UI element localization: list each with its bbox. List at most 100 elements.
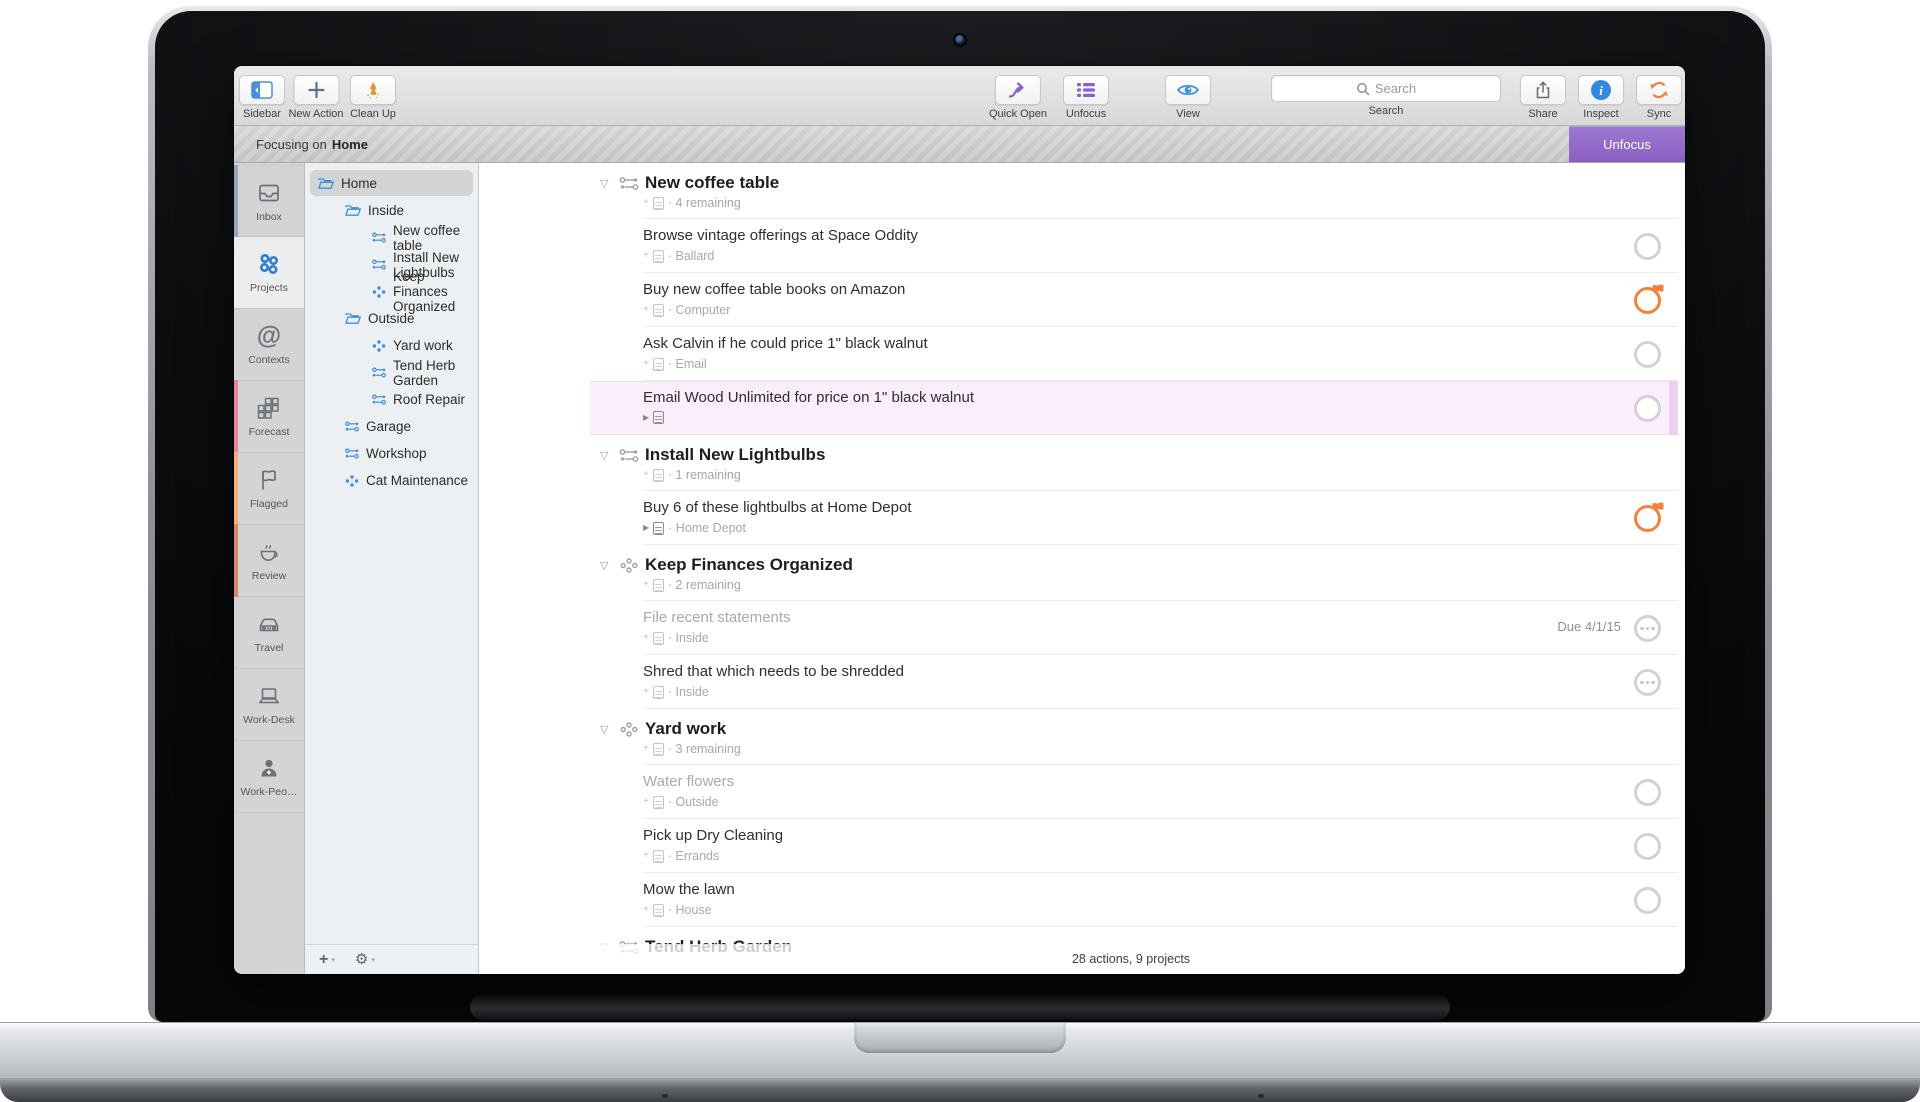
add-note-icon[interactable]: +	[643, 251, 649, 261]
sync-icon	[1648, 79, 1670, 101]
search-input[interactable]: Search	[1271, 75, 1501, 102]
review-stripe	[234, 524, 238, 597]
section-summary: · 2 remaining	[667, 578, 741, 592]
add-note-icon[interactable]: +	[643, 687, 649, 697]
disclosure-triangle-icon[interactable]: ▽	[600, 449, 613, 462]
rail-item-forecast[interactable]: Forecast	[234, 380, 304, 453]
rail-item-work-desk[interactable]: Work-Desk	[234, 669, 304, 741]
tree-item-tend-herb-garden[interactable]: Tend Herb Garden	[305, 358, 478, 388]
add-note-icon[interactable]: +	[643, 305, 649, 315]
inspect-button[interactable]: i Inspect	[1578, 75, 1624, 120]
section-title: Yard work	[645, 719, 727, 738]
tree-item-outside[interactable]: Outside	[305, 305, 478, 332]
section-header-keep-finances-organized[interactable]: ▽ Keep Finances Organized + · 2 remainin…	[479, 545, 1685, 601]
tree-item-keep-finances-organized[interactable]: Keep Finances Organized	[305, 269, 478, 314]
view-button[interactable]: View	[1165, 75, 1211, 120]
sequential-project-icon	[619, 176, 639, 191]
add-note-icon[interactable]: +	[643, 797, 649, 807]
tree-item-new-coffee-table[interactable]: New coffee table	[305, 223, 478, 253]
ellipsis-dot	[1645, 680, 1650, 685]
hinge	[470, 994, 1450, 1020]
rail-item-contexts[interactable]: @ Contexts	[234, 309, 304, 381]
task-row[interactable]: Water flowers + · Outside	[479, 765, 1685, 819]
rail-item-inbox[interactable]: Inbox	[234, 165, 304, 237]
share-button[interactable]: Share	[1520, 75, 1566, 120]
search-area: Search Search	[1271, 75, 1501, 117]
note-icon	[652, 468, 664, 482]
status-circle-repeat[interactable]	[1634, 615, 1661, 642]
chevron-down-icon: ▾	[331, 956, 335, 964]
section-title: New coffee table	[645, 173, 780, 192]
status-circle[interactable]	[1634, 887, 1661, 914]
task-row[interactable]: Buy 6 of these lightbulbs at Home Depot …	[479, 491, 1685, 545]
tree-item-garage[interactable]: Garage	[305, 413, 478, 440]
task-row[interactable]: File recent statements + · Inside Due 4/…	[479, 601, 1685, 655]
task-row[interactable]: Browse vintage offerings at Space Oddity…	[479, 219, 1685, 273]
add-item-button[interactable]: + ▾	[319, 951, 335, 968]
status-bar-text: 28 actions, 9 projects	[1071, 952, 1191, 966]
task-context: · Outside	[667, 795, 719, 809]
new-action-button[interactable]: New Action	[288, 75, 344, 120]
unfocus-banner-button[interactable]: Unfocus	[1569, 126, 1685, 162]
sync-button[interactable]: Sync	[1636, 75, 1682, 120]
add-note-icon[interactable]: +	[643, 580, 649, 590]
status-circle[interactable]	[1634, 395, 1661, 422]
note-disclosure-icon[interactable]: ▶	[643, 524, 649, 532]
section-header-yard-work[interactable]: ▽ Yard work + · 3 remaining	[479, 709, 1685, 765]
add-note-icon[interactable]: +	[643, 905, 649, 915]
status-circle[interactable]	[1634, 779, 1661, 806]
ellipsis-dot	[1640, 626, 1644, 631]
brush-icon	[363, 80, 383, 100]
add-note-icon[interactable]: +	[643, 359, 649, 369]
status-circle-repeat[interactable]	[1634, 669, 1661, 696]
quick-open-button[interactable]: Quick Open	[989, 75, 1047, 120]
tree-item-home[interactable]: Home	[305, 170, 478, 197]
status-circle-flagged[interactable]	[1634, 284, 1664, 314]
tree-item-yard-work[interactable]: Yard work	[305, 332, 478, 359]
tree-item-workshop[interactable]: Workshop	[305, 440, 478, 467]
rail-item-review[interactable]: Review	[234, 524, 304, 597]
contexts-icon: @	[256, 322, 282, 350]
status-circle-flagged[interactable]	[1634, 502, 1664, 532]
focus-list-icon	[1076, 81, 1096, 99]
section-header-install-new-lightbulbs[interactable]: ▽ Install New Lightbulbs + · 1 remaining	[479, 435, 1685, 491]
tree-item-roof-repair[interactable]: Roof Repair	[305, 386, 478, 413]
add-note-icon[interactable]: +	[643, 633, 649, 643]
add-note-icon[interactable]: +	[643, 470, 649, 480]
note-icon	[652, 685, 664, 699]
focus-bar-text: Focusing on	[256, 136, 327, 152]
actions-menu-button[interactable]: ⚙ ▾	[355, 952, 375, 967]
section-header-new-coffee-table[interactable]: ▽ New coffee table + · 4 remaining	[479, 163, 1685, 219]
task-row[interactable]: Shred that which needs to be shredded + …	[479, 655, 1685, 709]
status-circle[interactable]	[1634, 233, 1661, 260]
task-row-selected[interactable]: Email Wood Unlimited for price on 1" bla…	[479, 381, 1685, 435]
status-circle[interactable]	[1634, 341, 1661, 368]
macbook-mockup: Sidebar New Action Clean Up Quick Open U…	[0, 0, 1920, 1102]
task-row[interactable]: Pick up Dry Cleaning + · Errands	[479, 819, 1685, 873]
section-title: Install New Lightbulbs	[645, 445, 826, 464]
status-circle[interactable]	[1634, 833, 1661, 860]
disclosure-triangle-icon[interactable]: ▽	[600, 177, 613, 190]
rail-item-flagged[interactable]: Flagged	[234, 452, 304, 525]
add-note-icon[interactable]: +	[643, 198, 649, 208]
clean-up-button[interactable]: Clean Up	[350, 75, 396, 120]
task-row[interactable]: Buy new coffee table books on Amazon + ·…	[479, 273, 1685, 327]
rail-item-projects[interactable]: Projects	[234, 237, 304, 309]
note-icon	[652, 795, 664, 809]
task-row[interactable]: Mow the lawn + · House	[479, 873, 1685, 927]
tree-item-inside[interactable]: Inside	[305, 197, 478, 224]
add-note-icon[interactable]: +	[643, 744, 649, 754]
disclosure-triangle-icon[interactable]: ▽	[600, 559, 613, 572]
disclosure-triangle-icon[interactable]: ▽	[600, 723, 613, 736]
tree-item-cat-maintenance[interactable]: Cat Maintenance	[305, 467, 478, 494]
note-disclosure-icon[interactable]: ▶	[643, 413, 649, 422]
task-row[interactable]: Ask Calvin if he could price 1" black wa…	[479, 327, 1685, 381]
perspective-rail: Inbox Projects @ Contexts Forecast Flagg…	[234, 163, 305, 974]
unfocus-toolbar-button[interactable]: Unfocus	[1063, 75, 1109, 120]
focus-bar: Focusing on Home Unfocus	[234, 126, 1685, 163]
add-note-icon[interactable]: +	[643, 851, 649, 861]
rubber-foot	[662, 1094, 668, 1098]
sidebar-button[interactable]: Sidebar	[239, 75, 285, 120]
rail-item-travel[interactable]: Travel	[234, 597, 304, 669]
rail-item-work-people[interactable]: Work-Peo…	[234, 741, 304, 813]
